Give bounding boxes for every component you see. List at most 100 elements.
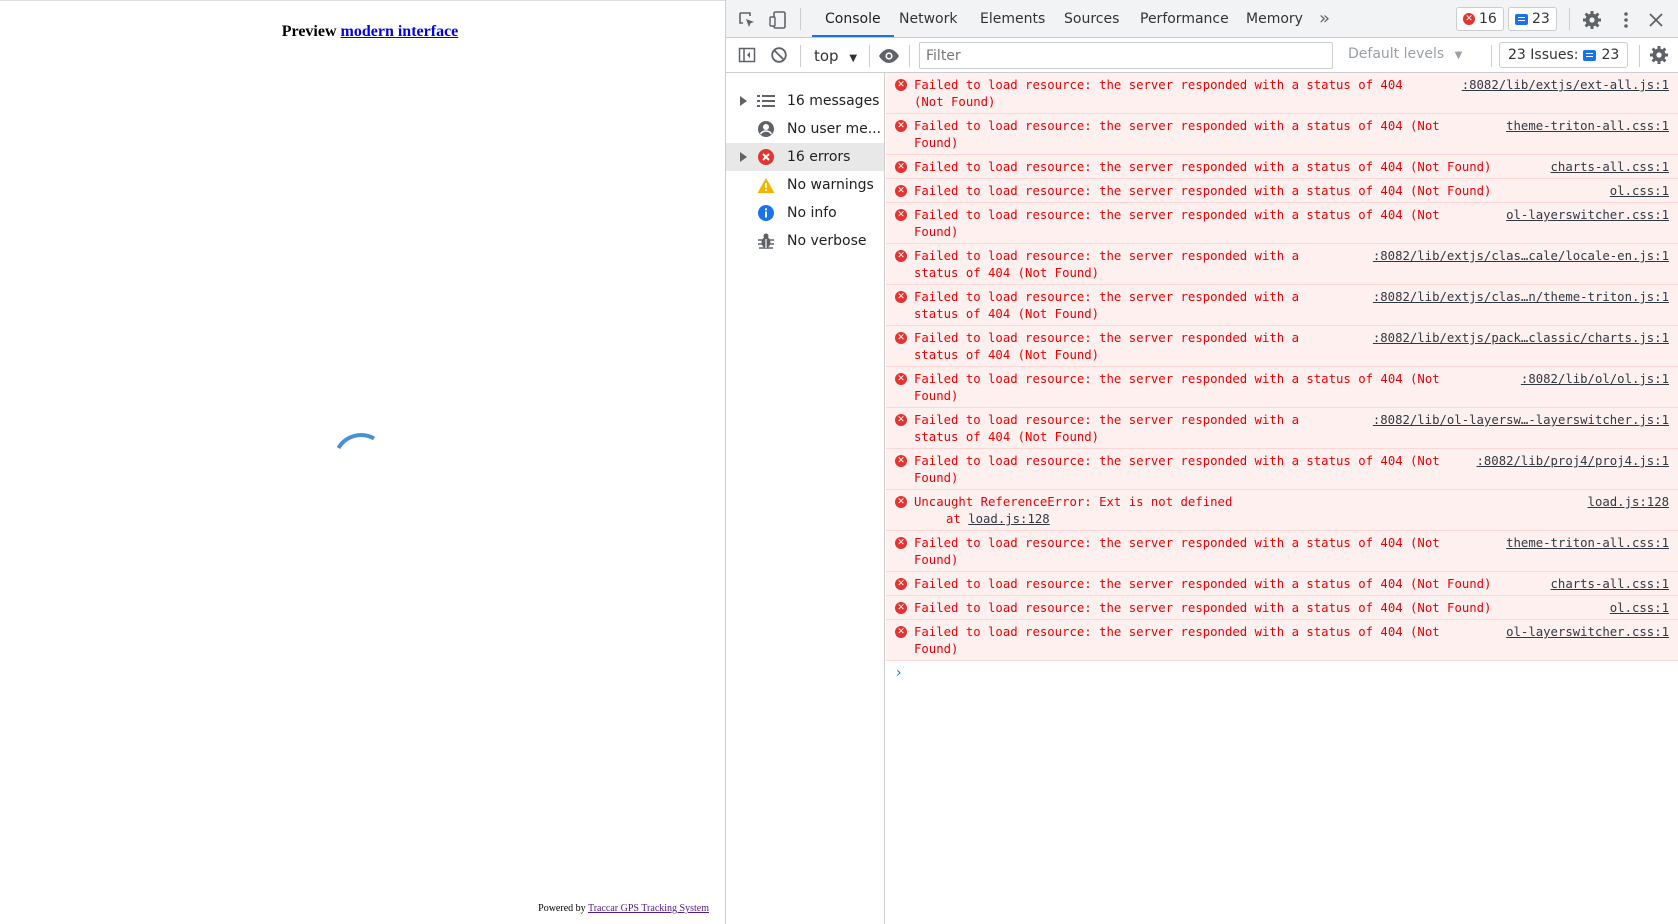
device-toolbar-icon[interactable] (767, 9, 789, 31)
error-count-badge[interactable]: ✕ 16 (1456, 7, 1504, 31)
source-link[interactable]: load.js:128 (1564, 494, 1669, 511)
sidebar-item-label: No user me... (787, 121, 882, 137)
console-error-row: ✕ theme-triton-all.css:1 Failed to load re… (886, 114, 1678, 155)
console-error-row: ✕ ol.css:1 Failed to load resource: the se… (886, 179, 1678, 203)
message-count-badge[interactable]: 23 (1508, 7, 1557, 31)
source-link[interactable]: :8082/lib/ol-layersw…-layerswitcher.js:1 (1349, 412, 1669, 429)
tab-elements[interactable]: Elements (980, 0, 1045, 37)
console-error-row: ✕:8082/lib/proj4/proj4.js:1 Failed to loa… (886, 449, 1678, 490)
source-link[interactable]: :8082/lib/proj4/proj4.js:1 (1453, 453, 1670, 470)
source-link[interactable]: theme-triton-all.css:1 (1482, 118, 1669, 135)
web-page: Preview modern interface Powered by Trac… (0, 0, 725, 924)
sidebar-item-verbose[interactable]: No verbose (726, 227, 884, 255)
sidebar-item-label: 16 errors (787, 149, 851, 165)
more-options-icon[interactable] (1615, 9, 1637, 31)
source-link[interactable]: ol.css:1 (1586, 600, 1669, 617)
toolbar-separator (1569, 8, 1570, 30)
tab-sources[interactable]: Sources (1064, 0, 1119, 37)
error-icon: ✕ (1463, 13, 1475, 25)
console-error-row: ✕ theme-triton-all.css:1 Failed to load re… (886, 531, 1678, 572)
stack-trace-prefix: at (946, 512, 961, 526)
sidebar-item-label: No warnings (787, 177, 874, 193)
sidebar-item-info[interactable]: No info (726, 199, 884, 227)
sidebar-item-label: 16 messages (787, 93, 880, 109)
modern-interface-link[interactable]: modern interface (341, 23, 459, 40)
inspect-element-icon[interactable] (736, 9, 758, 31)
filter-input[interactable] (919, 42, 1333, 69)
sidebar-item-user-messages[interactable]: No user me... (726, 115, 884, 143)
list-icon (757, 92, 775, 110)
error-icon: ✕ (895, 602, 907, 614)
powered-by: Powered by Traccar GPS Tracking System (538, 903, 709, 914)
toolbar-separator (869, 45, 870, 67)
powered-prefix: Powered by (538, 903, 586, 914)
source-link[interactable]: ol-layerswitcher.css:1 (1482, 624, 1669, 641)
sidebar-item-messages[interactable]: 16 messages (726, 87, 884, 115)
expand-arrow-icon[interactable] (740, 96, 747, 106)
error-icon: ✕ (895, 79, 907, 91)
more-tabs-icon[interactable]: » (1319, 0, 1330, 37)
live-expression-eye-icon[interactable] (878, 45, 900, 67)
source-link[interactable]: charts-all.css:1 (1527, 576, 1669, 593)
source-link[interactable]: :8082/lib/extjs/clas…n/theme-triton.js:1 (1349, 289, 1669, 306)
error-icon: ✕ (895, 626, 907, 638)
console-sidebar: 16 messages No user me... 16 errors No warn… (726, 73, 885, 924)
error-icon (757, 148, 775, 166)
error-icon: ✕ (895, 578, 907, 590)
tab-memory[interactable]: Memory (1246, 0, 1303, 37)
issues-button[interactable]: 23 Issues: 23 (1499, 42, 1629, 68)
source-link[interactable]: theme-triton-all.css:1 (1482, 535, 1669, 552)
sidebar-toggle-icon[interactable] (736, 44, 758, 66)
toolbar-separator (909, 45, 910, 67)
error-icon: ✕ (895, 496, 907, 508)
source-link[interactable]: :8082/lib/extjs/pack…classic/charts.js:1 (1349, 330, 1669, 347)
source-link[interactable]: :8082/lib/extjs/ext-all.js:1 (1438, 77, 1669, 94)
clear-console-icon[interactable] (768, 44, 790, 66)
source-link[interactable]: :8082/lib/ol/ol.js:1 (1497, 371, 1669, 388)
error-icon: ✕ (895, 537, 907, 549)
expand-arrow-icon[interactable] (740, 152, 747, 162)
chevron-down-icon: ▼ (849, 53, 858, 64)
bug-icon (757, 232, 775, 250)
sidebar-item-errors[interactable]: 16 errors (726, 143, 884, 171)
console-messages: ✕ :8082/lib/extjs/ext-all.js:1 Failed to l… (886, 73, 1678, 924)
sidebar-item-warnings[interactable]: No warnings (726, 171, 884, 199)
error-icon: ✕ (895, 250, 907, 262)
error-icon: ✕ (895, 373, 907, 385)
stack-trace-link[interactable]: load.js:128 (968, 512, 1049, 526)
tab-performance[interactable]: Performance (1140, 0, 1229, 37)
error-icon: ✕ (895, 120, 907, 132)
chevron-down-icon: ▼ (1454, 50, 1463, 61)
context-selector[interactable]: top ▼ (814, 45, 857, 67)
sidebar-item-label: No info (787, 205, 837, 221)
error-icon: ✕ (895, 185, 907, 197)
issues-count: 23 (1601, 47, 1620, 63)
source-link[interactable]: ol-layerswitcher.css:1 (1482, 207, 1669, 224)
console-error-row: ✕ :8082/lib/extjs/clas…cale/locale-en.js:… (886, 244, 1678, 285)
close-devtools-icon[interactable] (1645, 9, 1667, 31)
log-levels-dropdown[interactable]: Default levels ▼ (1348, 46, 1462, 62)
tab-network[interactable]: Network (899, 0, 957, 37)
source-link[interactable]: :8082/lib/extjs/clas…cale/locale-en.js:1 (1349, 248, 1669, 265)
message-icon (1583, 49, 1597, 61)
console-prompt-icon[interactable]: › (896, 665, 902, 681)
console-error-row: ✕ charts-all.css:1 Failed to load resource… (886, 572, 1678, 596)
source-link[interactable]: charts-all.css:1 (1527, 159, 1669, 176)
error-message: Failed to load resource: the server resp… (914, 184, 1492, 198)
settings-gear-icon[interactable] (1581, 9, 1603, 31)
warning-icon (757, 176, 775, 194)
preview-prefix: Preview (281, 23, 337, 40)
console-error-row: ✕:8082/lib/ol/ol.js:1 Failed to load reso… (886, 367, 1678, 408)
tab-console[interactable]: Console (812, 0, 894, 37)
console-toolbar: top ▼ Default levels ▼ 23 Issues: 23 (726, 38, 1678, 73)
source-link[interactable]: ol.css:1 (1586, 183, 1669, 200)
sidebar-item-label: No verbose (787, 233, 867, 249)
console-error-row: ✕ ol.css:1 Failed to load resource: the se… (886, 596, 1678, 620)
devtools-main-toolbar: Console Network Elements Sources Perform… (726, 0, 1678, 38)
preview-line: Preview modern interface (0, 23, 740, 41)
traccar-link[interactable]: Traccar GPS Tracking System (588, 903, 709, 914)
console-error-row: ✕ charts-all.css:1 Failed to load resource… (886, 155, 1678, 179)
console-settings-gear-icon[interactable] (1648, 44, 1670, 66)
console-error-row: ✕ :8082/lib/extjs/clas…n/theme-triton.js:… (886, 285, 1678, 326)
error-icon: ✕ (895, 291, 907, 303)
